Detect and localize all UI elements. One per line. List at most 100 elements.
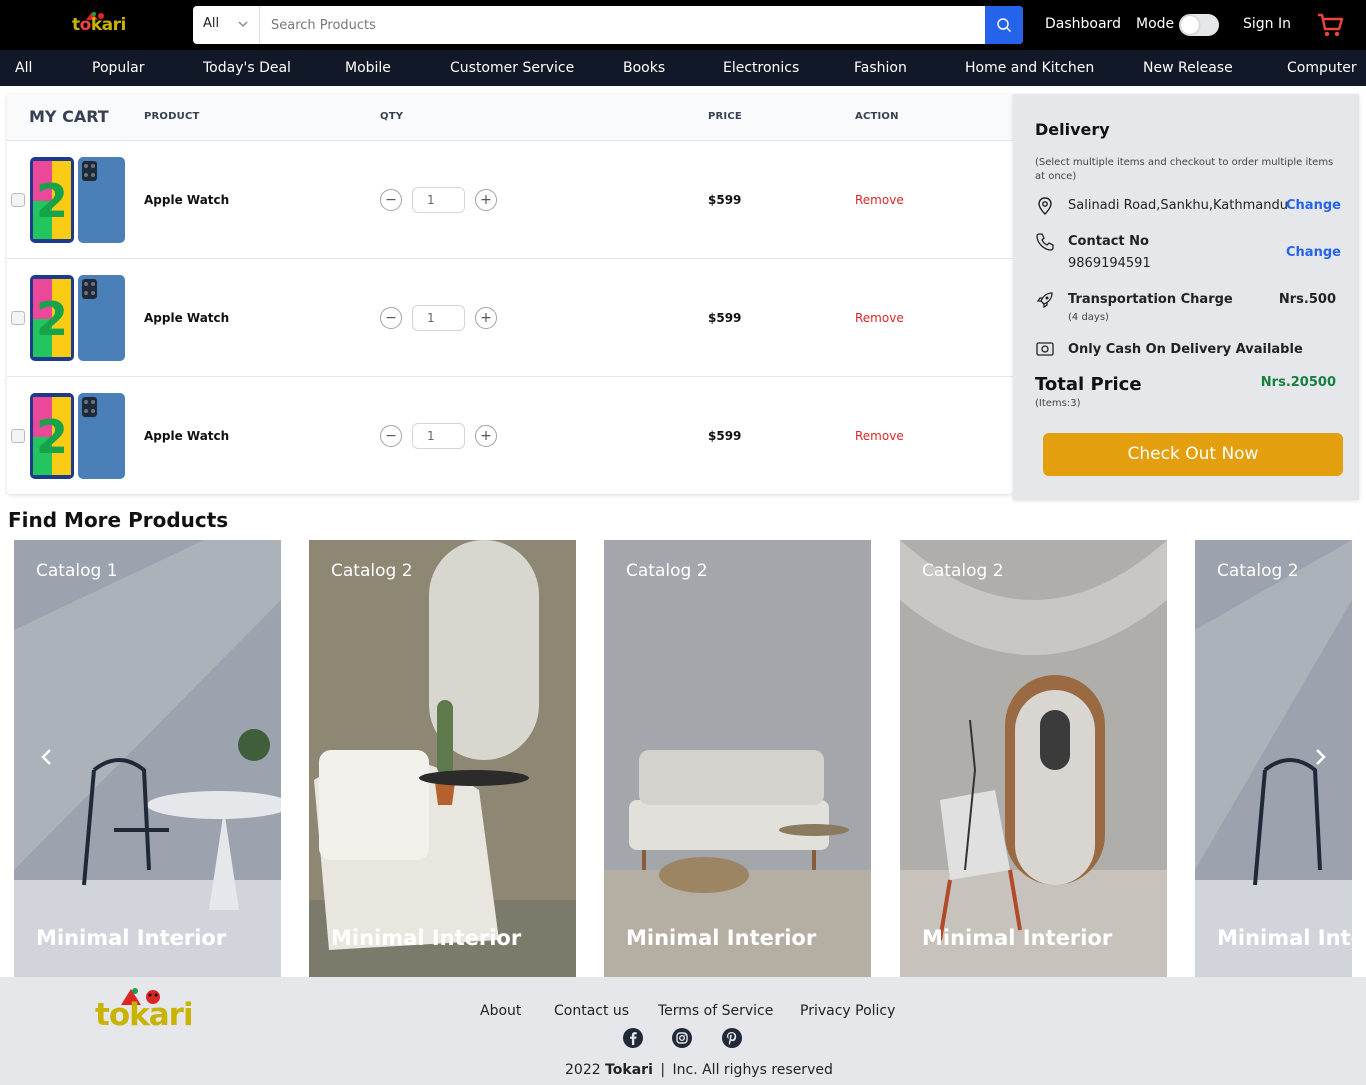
card-caption: Minimal Interior	[1217, 926, 1352, 950]
remove-button[interactable]: Remove	[855, 429, 904, 443]
catalog-label: Catalog 2	[1217, 561, 1299, 581]
copyright-year: 2022	[565, 1062, 601, 1078]
toggle-knob	[1181, 16, 1199, 34]
contact-number: 9869194591	[1068, 256, 1151, 271]
change-contact-button[interactable]: Change	[1286, 245, 1341, 260]
search-bar: All	[193, 6, 1023, 44]
pinterest-icon[interactable]	[721, 1027, 743, 1049]
qty-decrease-button[interactable]: −	[380, 425, 402, 447]
delivery-note: (Select multiple items and checkout to o…	[1035, 157, 1334, 182]
catalog-label: Catalog 2	[626, 561, 708, 581]
card-caption: Minimal Interior	[922, 926, 1113, 950]
category-popular[interactable]: Popular	[92, 60, 145, 76]
search-input[interactable]	[260, 6, 985, 44]
column-price: PRICE	[708, 111, 742, 122]
select-checkbox[interactable]	[11, 311, 25, 325]
checkout-button[interactable]: Check Out Now	[1043, 433, 1343, 476]
qty-increase-button[interactable]: +	[475, 189, 497, 211]
category-computer[interactable]: Computer	[1287, 60, 1357, 76]
instagram-icon[interactable]	[671, 1027, 693, 1049]
total-price-label: Total Price	[1035, 374, 1142, 395]
card-caption: Minimal Interior	[36, 926, 227, 950]
category-books[interactable]: Books	[623, 60, 665, 76]
qty-decrease-button[interactable]: −	[380, 189, 402, 211]
select-checkbox[interactable]	[11, 429, 25, 443]
cod-note: Only Cash On Delivery Available	[1068, 342, 1303, 357]
product-price: $599	[708, 311, 742, 325]
signin-link[interactable]: Sign In	[1243, 16, 1291, 32]
product-price: $599	[708, 193, 742, 207]
dashboard-link[interactable]: Dashboard	[1045, 16, 1121, 32]
qty-input[interactable]: 1	[412, 305, 465, 331]
search-category-value: All	[203, 16, 220, 31]
column-action: ACTION	[855, 111, 899, 122]
chevron-down-icon	[238, 21, 248, 27]
category-mobile[interactable]: Mobile	[345, 60, 391, 76]
footer-link-contact[interactable]: Contact us	[554, 1003, 629, 1019]
delivery-title: Delivery	[1035, 120, 1110, 139]
search-icon	[997, 18, 1012, 33]
carousel-next-icon[interactable]	[1313, 747, 1327, 767]
copyright-brand: Tokari	[605, 1062, 653, 1078]
qty-increase-button[interactable]: +	[475, 425, 497, 447]
total-items: (Items:3)	[1035, 398, 1081, 409]
svg-text:2: 2	[36, 174, 68, 228]
cart-row: 2 Apple Watch − 1 + $599 Remove	[7, 141, 1013, 259]
product-image: 2	[30, 393, 125, 479]
cart-header: MY CART PRODUCT QTY PRICE ACTION	[7, 94, 1013, 141]
product-name[interactable]: Apple Watch	[144, 311, 229, 325]
transport-label: Transportation Charge	[1068, 292, 1233, 307]
product-card[interactable]: Catalog 2 Minimal Interior	[604, 540, 871, 977]
product-price: $599	[708, 429, 742, 443]
remove-button[interactable]: Remove	[855, 193, 904, 207]
location-pin-icon	[1038, 197, 1052, 215]
card-caption: Minimal Interior	[626, 926, 817, 950]
transport-days: (4 days)	[1068, 312, 1109, 323]
category-electronics[interactable]: Electronics	[723, 60, 799, 76]
brand-logo[interactable]: tokari	[72, 8, 128, 40]
search-category-select[interactable]: All	[193, 6, 260, 44]
select-checkbox[interactable]	[11, 193, 25, 207]
column-product: PRODUCT	[144, 111, 200, 122]
search-button[interactable]	[985, 6, 1023, 44]
cart-table: MY CART PRODUCT QTY PRICE ACTION 2 Apple…	[7, 94, 1013, 494]
remove-button[interactable]: Remove	[855, 311, 904, 325]
footer-logo[interactable]: tokari	[95, 981, 195, 1036]
phone-icon	[1036, 233, 1054, 251]
product-card[interactable]: Catalog 2 Minimal Interior	[1195, 540, 1352, 977]
rocket-icon	[1036, 292, 1053, 309]
interior-image	[1195, 540, 1352, 977]
category-todays-deal[interactable]: Today's Deal	[203, 60, 291, 76]
change-address-button[interactable]: Change	[1286, 198, 1341, 213]
cash-icon	[1036, 342, 1054, 356]
copyright-divider: |	[660, 1062, 666, 1078]
catalog-label: Catalog 2	[922, 561, 1004, 581]
footer-link-privacy[interactable]: Privacy Policy	[800, 1003, 895, 1019]
category-new-release[interactable]: New Release	[1143, 60, 1233, 76]
footer-link-terms[interactable]: Terms of Service	[658, 1003, 773, 1019]
product-name[interactable]: Apple Watch	[144, 193, 229, 207]
carousel-prev-icon[interactable]	[40, 747, 54, 767]
product-card[interactable]: Catalog 2 Minimal Interior	[309, 540, 576, 977]
brand-name: tokari	[72, 15, 126, 35]
product-name[interactable]: Apple Watch	[144, 429, 229, 443]
qty-input[interactable]: 1	[412, 423, 465, 449]
mode-toggle[interactable]	[1179, 14, 1219, 36]
interior-image	[900, 540, 1167, 977]
footer-link-about[interactable]: About	[480, 1003, 521, 1019]
category-home-kitchen[interactable]: Home and Kitchen	[965, 60, 1094, 76]
qty-increase-button[interactable]: +	[475, 307, 497, 329]
cart-icon[interactable]	[1316, 12, 1344, 38]
product-card[interactable]: Catalog 1 Minimal Interior	[14, 540, 281, 977]
category-nav: All Popular Today's Deal Mobile Customer…	[0, 50, 1366, 86]
footer-brand-name: tokari	[95, 997, 194, 1033]
mode-label: Mode	[1136, 16, 1175, 32]
total-price-value: Nrs.20500	[1260, 375, 1336, 390]
category-customer-service[interactable]: Customer Service	[450, 60, 574, 76]
qty-decrease-button[interactable]: −	[380, 307, 402, 329]
category-fashion[interactable]: Fashion	[854, 60, 907, 76]
qty-input[interactable]: 1	[412, 187, 465, 213]
product-card[interactable]: Catalog 2 Minimal Interior	[900, 540, 1167, 977]
category-all[interactable]: All	[15, 60, 32, 76]
facebook-icon[interactable]	[622, 1027, 644, 1049]
